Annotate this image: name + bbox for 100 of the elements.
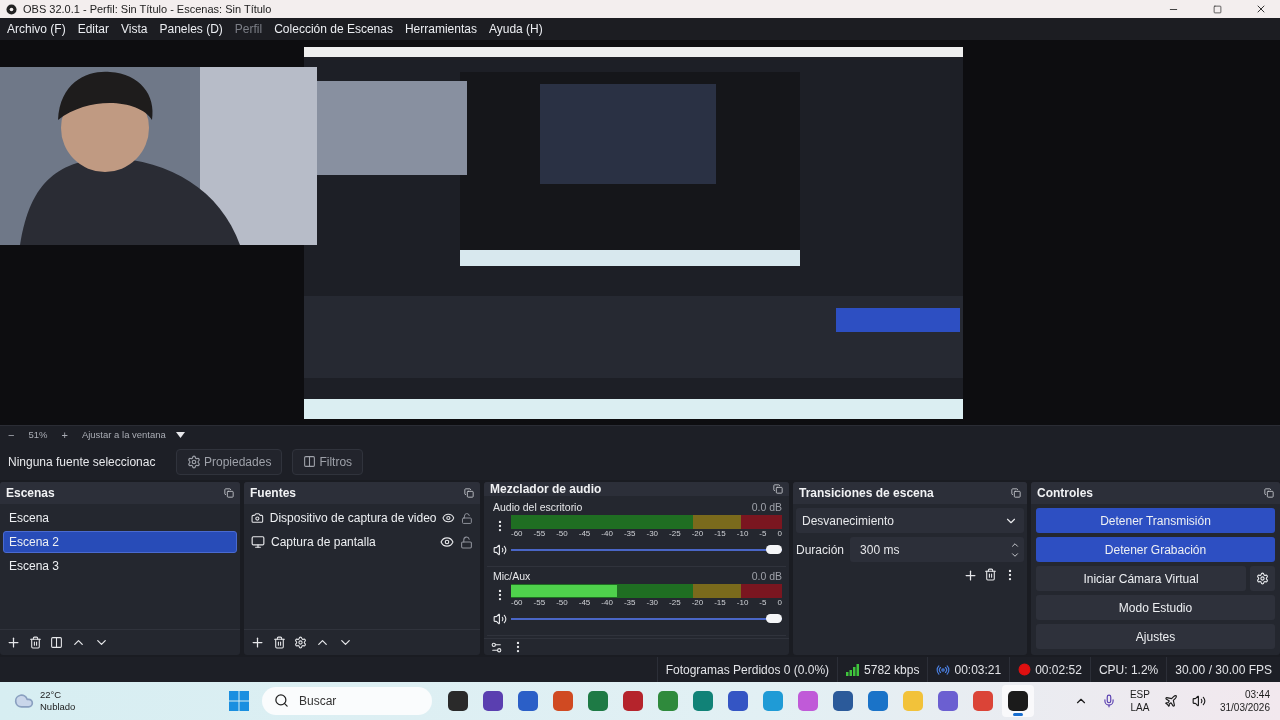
properties-button[interactable]: Propiedades — [176, 448, 283, 475]
split-square-icon[interactable] — [50, 636, 63, 649]
tick-label: -30 — [646, 597, 659, 607]
float-icon[interactable] — [773, 484, 783, 494]
duration-field[interactable]: 300 ms — [850, 537, 1024, 562]
tick-label: -60 — [511, 528, 523, 538]
fps: 30.00 / 30.00 FPS — [1175, 662, 1272, 677]
selected-source-label: Ninguna fuente seleccionac — [8, 454, 157, 469]
control-button[interactable]: Detener Transmisión — [1036, 508, 1275, 533]
tick-label: -25 — [669, 528, 681, 538]
tick-label: -50 — [556, 528, 568, 538]
slider-thumb[interactable] — [766, 545, 782, 555]
volume-slider[interactable] — [511, 545, 782, 556]
source-item[interactable]: Dispositivo de captura de video — [269, 511, 437, 525]
control-button[interactable]: Iniciar Cámara Virtual — [1036, 566, 1246, 591]
float-icon[interactable] — [224, 488, 234, 498]
add-icon[interactable] — [963, 568, 978, 583]
volume-reading: 0.0 dB — [751, 570, 782, 583]
panel-title: Mezclador de audio — [490, 482, 602, 496]
panel-title: Fuentes — [250, 486, 296, 500]
trash-icon[interactable] — [29, 636, 42, 649]
zoom-in-button[interactable]: + — [61, 428, 68, 441]
scene-item[interactable]: Escena — [3, 507, 237, 529]
tick-label: -55 — [533, 597, 546, 607]
trash-icon[interactable] — [273, 636, 286, 649]
transition-dropdown[interactable]: Desvanecimiento — [796, 508, 1024, 533]
keyboard-layout: LAA — [1130, 701, 1150, 714]
tick-label: -10 — [736, 597, 749, 607]
tick-label: 0 — [777, 528, 782, 538]
tick-label: -35 — [623, 528, 636, 538]
tick-label: -20 — [691, 528, 704, 538]
duration-label: Duración — [796, 542, 845, 557]
unlock-icon[interactable] — [461, 511, 473, 525]
settings-button[interactable] — [1250, 566, 1275, 591]
trash-icon[interactable] — [984, 568, 997, 581]
signal-icon — [846, 663, 861, 676]
close-icon — [1255, 3, 1267, 15]
float-icon[interactable] — [1011, 488, 1021, 498]
dropped-frames: Fotogramas Perdidos 0 (0.0%) — [665, 662, 830, 677]
temperature: 22°C — [40, 689, 63, 701]
menu-item[interactable]: Ayuda (H) — [483, 20, 548, 38]
menu-item[interactable]: Colección de Escenas — [269, 20, 398, 38]
control-button[interactable]: Modo Estudio — [1036, 595, 1275, 620]
mic-icon[interactable] — [1101, 694, 1116, 708]
menu-item[interactable]: Editar — [72, 20, 115, 38]
airplane-icon[interactable] — [1163, 694, 1178, 708]
tick-label: -30 — [646, 528, 659, 538]
zoom-level: 51% — [28, 429, 48, 440]
app-button[interactable] — [1002, 685, 1034, 717]
slider-thumb[interactable] — [766, 614, 782, 624]
camera-icon — [251, 511, 264, 525]
panel-title: Escenas — [6, 486, 55, 500]
search-field[interactable]: Buscar — [262, 687, 432, 715]
tick-label: -60 — [511, 597, 523, 607]
source-item[interactable]: Captura de pantalla — [271, 535, 434, 549]
gear-icon — [1256, 572, 1269, 585]
control-button[interactable]: Ajustes — [1036, 624, 1275, 649]
bitrate: 5782 kbps — [864, 662, 920, 677]
zoom-out-button[interactable]: − — [8, 428, 15, 441]
scene-item[interactable]: Escena 3 — [3, 555, 237, 577]
app-logo-icon — [6, 3, 17, 15]
filters-button[interactable]: Filtros — [292, 448, 364, 475]
speaker-icon[interactable] — [493, 543, 507, 558]
channel-name: Audio del escritorio — [493, 501, 583, 514]
speaker-icon[interactable] — [493, 612, 507, 627]
menu-item[interactable]: Archivo (F) — [2, 20, 71, 38]
clock-time: 03:44 — [1244, 688, 1270, 701]
float-icon[interactable] — [464, 488, 474, 498]
tick-label: -5 — [759, 597, 767, 607]
split-square-icon — [303, 455, 317, 468]
fit-dropdown[interactable]: Ajustar a la ventana — [81, 429, 185, 440]
volume-slider[interactable] — [511, 614, 782, 625]
tick-label: -45 — [578, 528, 591, 538]
menu-item[interactable]: Paneles (D) — [154, 20, 228, 38]
tick-label: -40 — [601, 528, 613, 538]
tick-label: -25 — [669, 597, 681, 607]
menu-item[interactable]: Herramientas — [399, 20, 482, 38]
unlock-icon[interactable] — [460, 535, 473, 549]
tick-label: -5 — [759, 528, 767, 538]
tick-label: -35 — [623, 597, 636, 607]
control-button[interactable]: Detener Grabación — [1036, 537, 1275, 562]
eye-icon[interactable] — [440, 535, 454, 549]
menu-item[interactable]: Vista — [116, 20, 153, 38]
sliders-icon[interactable] — [490, 640, 503, 654]
tick-label: -15 — [714, 528, 726, 538]
add-icon[interactable] — [250, 635, 265, 650]
record-icon — [1018, 663, 1032, 676]
clock-date: 31/03/2026 — [1219, 701, 1270, 714]
channel-name: Mic/Aux — [493, 570, 531, 583]
add-icon[interactable] — [6, 635, 21, 650]
eye-icon[interactable] — [442, 511, 456, 525]
caret-icon — [175, 431, 185, 438]
scene-item[interactable]: Escena 2 — [3, 531, 237, 553]
weather-condition: Nublado — [40, 701, 76, 713]
monitor-icon — [251, 535, 265, 549]
float-icon[interactable] — [1264, 488, 1274, 498]
tick-label: -55 — [533, 528, 546, 538]
speaker-icon[interactable] — [1191, 694, 1206, 708]
record-time: 00:02:52 — [1035, 662, 1082, 677]
gear-icon[interactable] — [294, 636, 307, 649]
